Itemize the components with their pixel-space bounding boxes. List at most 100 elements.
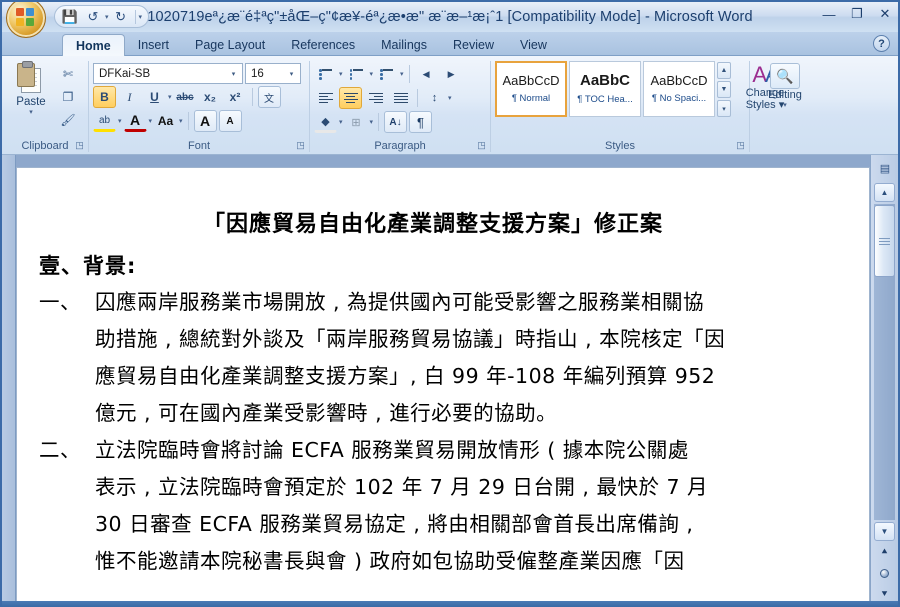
help-icon[interactable]: ? (873, 35, 890, 52)
subscript-button[interactable]: x₂ (199, 86, 222, 108)
superscript-button[interactable]: x² (224, 86, 247, 108)
font-dialog-launcher[interactable]: ◳ (295, 140, 306, 151)
copy-icon[interactable]: ❐ (56, 86, 80, 108)
line-spacing-button[interactable]: ↕ (423, 87, 446, 109)
shrink-font-button[interactable]: A (218, 110, 242, 132)
document-title: 「因應貿易自由化產業調整支援方案」修正案 (202, 212, 663, 237)
scroll-down-button[interactable]: ▼ (874, 522, 895, 541)
bullets-caret-icon[interactable]: ▾ (339, 70, 343, 78)
change-case-caret-icon[interactable]: ▾ (179, 117, 183, 125)
justify-button[interactable] (389, 87, 412, 109)
shading-button[interactable]: ◆ (314, 111, 337, 133)
style-normal[interactable]: AaBbCcD ¶ Normal (495, 61, 567, 117)
document-page[interactable]: 「因應貿易自由化產業調整支援方案」修正案 壹、背景: 一、 囚應兩岸服務業市場開… (16, 167, 870, 607)
window-controls: — ❐ ✕ (820, 6, 894, 22)
editing-caret-icon[interactable]: ▾ (783, 101, 787, 109)
group-styles: AaBbCcD ¶ Normal AaBbC ¶ TOC Hea... AaBb… (491, 59, 784, 154)
grow-font-button[interactable]: A (193, 110, 217, 132)
styles-more-icon[interactable]: ▾ (717, 100, 731, 117)
style-toc-heading[interactable]: AaBbC ¶ TOC Hea... (569, 61, 641, 117)
tab-review[interactable]: Review (440, 34, 507, 56)
align-left-button[interactable] (314, 87, 337, 109)
paste-button[interactable]: Paste ▾ (6, 61, 56, 116)
align-right-icon (368, 92, 383, 104)
decrease-indent-button[interactable]: ◀ (415, 63, 438, 85)
highlight-caret-icon[interactable]: ▾ (118, 117, 122, 125)
paragraph-marker: 一、 (39, 290, 81, 314)
font-caption-text: Font (187, 140, 210, 152)
paste-dropdown-icon[interactable]: ▾ (29, 108, 33, 116)
align-center-button[interactable] (339, 87, 362, 109)
scroll-up-button[interactable]: ▲ (874, 183, 895, 202)
redo-button[interactable]: ↻ (110, 7, 132, 26)
save-button[interactable]: 💾 (59, 7, 81, 26)
paragraph-dialog-launcher[interactable]: ◳ (476, 140, 487, 151)
strikethrough-button[interactable]: abc (174, 86, 197, 108)
close-button[interactable]: ✕ (876, 6, 894, 22)
scrollbar-thumb[interactable] (874, 205, 895, 277)
style-no-spacing[interactable]: AaBbCcD ¶ No Spaci... (643, 61, 715, 117)
quick-access-toolbar: 💾 ↺ ▾ ↻ ▾ (54, 5, 150, 28)
show-formatting-marks-button[interactable]: ¶ (409, 111, 433, 133)
styles-scroll-up-icon[interactable]: ▲ (717, 62, 731, 79)
status-bar-edge (2, 601, 898, 607)
borders-button[interactable]: ⊞ (345, 111, 368, 133)
sort-button[interactable]: A↓ (384, 111, 408, 133)
tab-view[interactable]: View (507, 34, 560, 56)
justify-icon (393, 92, 408, 104)
tab-page-layout[interactable]: Page Layout (182, 34, 278, 56)
paragraph-text: 立法院臨時會將討論 ECFA 服務業貿易開放情形 ( 據本院公關處 表示 , 立… (95, 432, 827, 580)
minimize-button[interactable]: — (820, 7, 838, 22)
clipboard-caption: Clipboard ◳ (2, 138, 88, 154)
tab-mailings[interactable]: Mailings (368, 34, 440, 56)
phonetic-guide-button[interactable]: 文 (257, 86, 281, 108)
tab-insert[interactable]: Insert (125, 34, 182, 56)
font-color-caret-icon[interactable]: ▾ (149, 117, 153, 125)
align-right-button[interactable] (364, 87, 387, 109)
font-size-combo[interactable]: 16 ▾ (245, 63, 301, 84)
cut-icon[interactable]: ✄ (56, 63, 80, 85)
vertical-scrollbar[interactable]: ▤ ▲ ▼ ⯅ ⯆ (870, 155, 898, 607)
group-editing: 🔍 Editing ▾ (750, 59, 820, 154)
restore-button[interactable]: ❐ (848, 6, 866, 22)
styles-scroll-down-icon[interactable]: ▼ (717, 81, 731, 98)
tab-home[interactable]: Home (62, 34, 125, 56)
tab-references[interactable]: References (278, 34, 368, 56)
style-normal-label: ¶ Normal (511, 93, 551, 105)
editing-button[interactable]: 🔍 Editing ▾ (762, 63, 808, 109)
font-size-caret-icon[interactable]: ▾ (285, 70, 298, 78)
font-color-button[interactable]: A (123, 110, 147, 132)
document-body[interactable]: 「因應貿易自由化產業調整支援方案」修正案 壹、背景: 一、 囚應兩岸服務業市場開… (17, 168, 869, 580)
multilevel-caret-icon[interactable]: ▾ (400, 70, 404, 78)
clipboard-dialog-launcher[interactable]: ◳ (74, 140, 85, 151)
undo-button[interactable]: ↺ (82, 7, 104, 26)
bold-button[interactable]: B (93, 86, 116, 108)
line-spacing-caret-icon[interactable]: ▾ (448, 94, 452, 102)
previous-page-icon[interactable]: ⯅ (874, 543, 895, 562)
paragraph-line: 囚應兩岸服務業市場開放 , 為提供國內可能受影響之服務業相關協 (95, 290, 705, 314)
underline-caret-icon[interactable]: ▾ (168, 93, 172, 101)
paragraph-line: 惟不能邀請本院秘書長與會 ) 政府如包協助受僱整產業因應「因 (95, 549, 685, 573)
increase-indent-button[interactable]: ▶ (440, 63, 463, 85)
change-case-button[interactable]: Aa (154, 110, 177, 132)
title-bar: 💾 ↺ ▾ ↻ ▾ 1020719eª¿æ¨é‡ªç"±åŒ–ç"¢æ¥-éª¿… (2, 2, 898, 38)
select-browse-object-icon[interactable] (874, 564, 895, 583)
bullets-button[interactable] (314, 63, 337, 85)
highlight-color-button[interactable]: ab (93, 110, 116, 132)
styles-dialog-launcher[interactable]: ◳ (735, 140, 746, 151)
numbering-button[interactable] (345, 63, 368, 85)
numbering-caret-icon[interactable]: ▾ (370, 70, 374, 78)
shading-caret-icon[interactable]: ▾ (339, 118, 343, 126)
format-painter-icon[interactable]: 🖌 (56, 109, 80, 131)
borders-caret-icon[interactable]: ▾ (370, 118, 374, 126)
font-name-combo[interactable]: DFKai-SB ▾ (93, 63, 243, 84)
paragraph-line: 應貿易自由化產業調整支援方案」, 白 99 年-108 年編列預算 952 (95, 364, 716, 388)
underline-button[interactable]: U (143, 86, 166, 108)
multilevel-list-button[interactable] (375, 63, 398, 85)
customize-qat-icon[interactable]: ▾ (139, 13, 143, 21)
left-margin-bar (2, 155, 16, 607)
split-window-icon[interactable]: ▤ (874, 158, 896, 178)
italic-button[interactable]: I (118, 86, 141, 108)
font-name-caret-icon[interactable]: ▾ (227, 70, 240, 78)
undo-dropdown-icon[interactable]: ▾ (105, 13, 109, 21)
